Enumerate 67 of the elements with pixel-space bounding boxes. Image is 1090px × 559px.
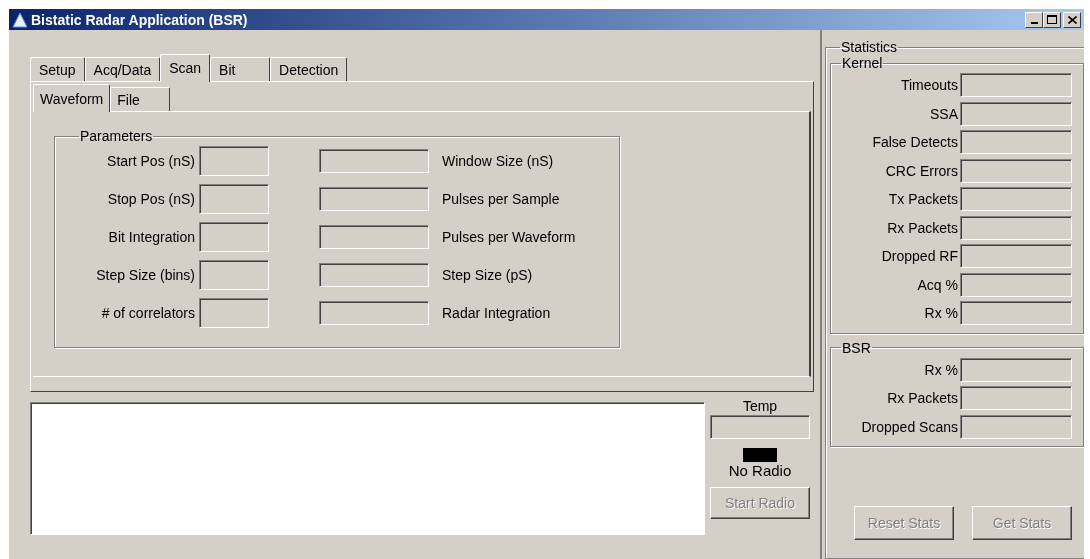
field-label: Start Pos (nS) xyxy=(106,153,196,169)
input-field[interactable] xyxy=(319,263,429,287)
temp-field[interactable] xyxy=(710,415,810,439)
field-label: Bit Integration xyxy=(107,229,196,245)
tab[interactable]: Acq/Data xyxy=(84,57,161,81)
tab[interactable]: Detection xyxy=(270,57,348,81)
field-label: Radar Integration xyxy=(442,305,551,321)
tab[interactable]: Bit xyxy=(210,57,271,81)
stat-field[interactable] xyxy=(960,130,1072,155)
field-label: Rx Packets xyxy=(887,219,959,236)
stat-field[interactable] xyxy=(960,101,1072,126)
tab[interactable]: File xyxy=(110,87,171,111)
maximize-icon xyxy=(1047,15,1057,24)
stat-field[interactable] xyxy=(960,272,1072,297)
input-field[interactable] xyxy=(319,149,429,173)
input-field[interactable] xyxy=(319,225,429,249)
input-field[interactable] xyxy=(199,298,269,328)
input-field[interactable] xyxy=(199,260,269,290)
radio-status: No Radio xyxy=(728,462,792,479)
tab[interactable]: Waveform xyxy=(33,84,111,112)
stat-field[interactable] xyxy=(960,386,1072,411)
input-field[interactable] xyxy=(199,222,269,252)
input-field[interactable] xyxy=(199,146,269,176)
field-label: CRC Errors xyxy=(885,162,959,179)
status-indicator xyxy=(743,448,777,462)
field-label: Window Size (nS) xyxy=(442,153,554,169)
window-title: Bistatic Radar Application (BSR) xyxy=(31,11,248,28)
tab[interactable]: Scan xyxy=(160,54,211,82)
tab[interactable]: Setup xyxy=(30,57,85,81)
group-title: Parameters xyxy=(79,128,154,144)
minimize-icon xyxy=(1030,22,1038,24)
field-label: Step Size (bins) xyxy=(95,267,196,283)
maximize-button[interactable] xyxy=(1043,11,1061,28)
field-label: Dropped Scans xyxy=(861,418,959,435)
stat-field[interactable] xyxy=(960,414,1072,439)
field-label: Pulses per Sample xyxy=(442,191,560,207)
triangle-icon xyxy=(12,11,28,28)
field-label: Acq % xyxy=(917,276,959,293)
stat-field[interactable] xyxy=(960,158,1072,183)
stat-field[interactable] xyxy=(960,73,1072,98)
input-field[interactable] xyxy=(319,301,429,325)
field-label: Tx Packets xyxy=(888,191,959,208)
input-field[interactable] xyxy=(199,184,269,214)
stat-field[interactable] xyxy=(960,215,1072,240)
field-label: Rx Packets xyxy=(887,390,959,407)
field-label: Step Size (pS) xyxy=(442,267,533,283)
group-title: BSR xyxy=(841,339,872,356)
field-label: Rx % xyxy=(924,305,959,322)
field-label: SSA xyxy=(930,105,959,122)
temp-label: Temp xyxy=(742,398,778,414)
field-label: # of correlators xyxy=(100,305,196,321)
field-label: Pulses per Waveform xyxy=(442,229,576,245)
field-label: Rx % xyxy=(924,361,959,378)
close-icon xyxy=(1067,15,1077,24)
group-title: Kernel xyxy=(841,55,884,71)
stat-field[interactable] xyxy=(960,301,1072,326)
stat-field[interactable] xyxy=(960,244,1072,269)
group-title: Statistics xyxy=(840,39,898,55)
close-button[interactable] xyxy=(1063,11,1081,28)
field-label: Timeouts xyxy=(900,77,959,94)
minimize-button[interactable] xyxy=(1025,11,1043,28)
input-field[interactable] xyxy=(319,187,429,211)
field-label: False Detects xyxy=(872,134,959,151)
stat-field[interactable] xyxy=(960,357,1072,382)
field-label: Dropped RF xyxy=(881,248,959,265)
stat-field[interactable] xyxy=(960,187,1072,212)
field-label: Stop Pos (nS) xyxy=(106,191,196,207)
